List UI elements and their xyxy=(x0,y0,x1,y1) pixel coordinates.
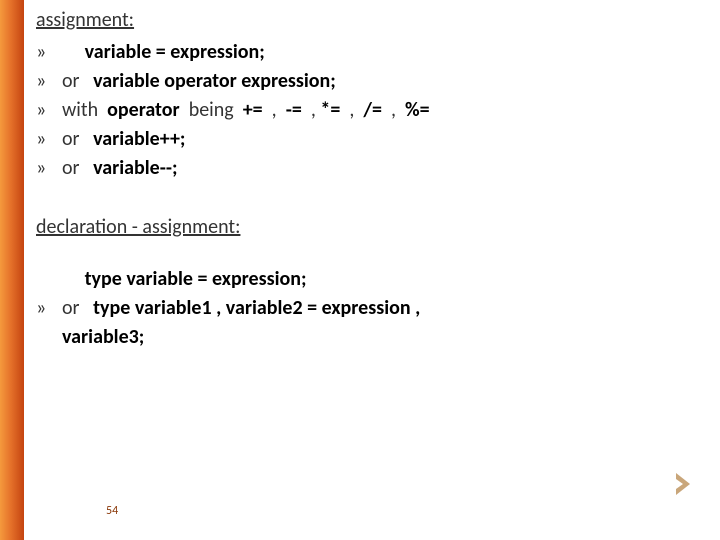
bullet-text: variable = expression; xyxy=(62,38,700,67)
accent-sidebar xyxy=(0,0,24,540)
bullet-item: » or variable--; xyxy=(36,154,700,183)
bullet-item: » or type variable1 , variable2 = expres… xyxy=(36,294,700,323)
bullet-mark: » xyxy=(36,154,62,183)
bullet-text: or variable++; xyxy=(62,125,700,154)
bullet-mark: » xyxy=(36,125,62,154)
section-title-declaration: declaration - assignment: xyxy=(36,215,700,239)
bullet-mark: » xyxy=(36,38,62,67)
bullet-item: » or variable operator expression; xyxy=(36,67,700,96)
chevron-right-icon xyxy=(670,469,700,504)
bullet-continuation: variable3; xyxy=(62,323,700,352)
bullet-item: » variable = expression; xyxy=(36,38,700,67)
bullet-text: or variable operator expression; xyxy=(62,67,700,96)
lead-line: type variable = expression; xyxy=(62,265,700,294)
bullet-mark: » xyxy=(36,294,62,323)
bullet-text: or variable--; xyxy=(62,154,700,183)
section-title-assignment: assignment: xyxy=(36,8,700,32)
bullet-mark: » xyxy=(36,96,62,125)
bullet-text: or type variable1 , variable2 = expressi… xyxy=(62,294,700,323)
slide-content: assignment: » variable = expression; » o… xyxy=(36,8,700,352)
bullet-mark: » xyxy=(36,67,62,96)
bullet-item: » or variable++; xyxy=(36,125,700,154)
bullet-text: with operator being += , -= , *= , /= , … xyxy=(62,96,700,125)
bullet-item: » with operator being += , -= , *= , /= … xyxy=(36,96,700,125)
page-number: 54 xyxy=(106,504,118,518)
